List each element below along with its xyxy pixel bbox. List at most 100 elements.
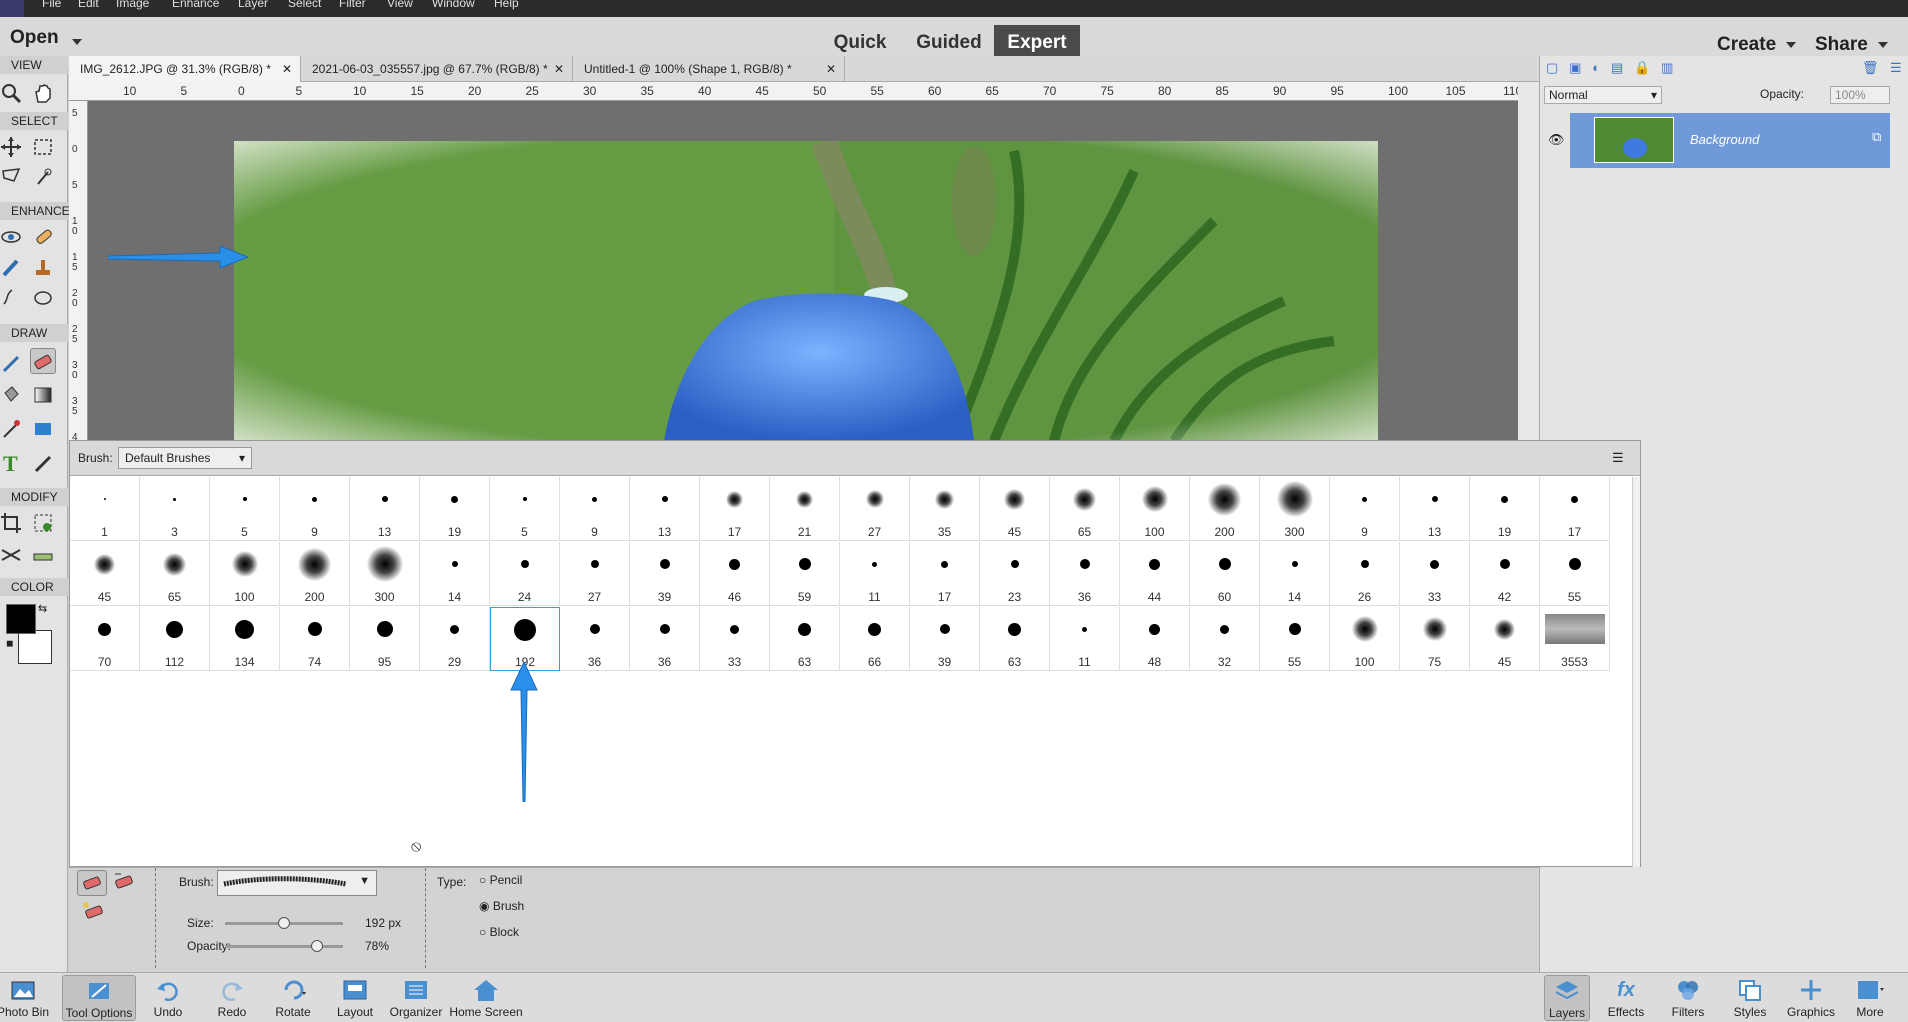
open-button[interactable]: Open [10, 27, 59, 49]
move-tool-icon[interactable] [0, 134, 24, 160]
blur-tool-icon[interactable] [0, 284, 24, 310]
brush-preset-select[interactable]: ▼ [217, 870, 377, 896]
share-menu[interactable]: Share [1815, 34, 1888, 56]
close-icon[interactable]: ✕ [554, 56, 564, 82]
red-eye-tool-icon[interactable] [0, 224, 24, 250]
menu-edit[interactable]: Edit [78, 0, 99, 10]
brush-preset[interactable]: 33 [1400, 542, 1470, 606]
paint-bucket-tool-icon[interactable] [0, 382, 24, 408]
lock-icon[interactable]: 🔒 [1634, 60, 1650, 75]
brush-preset[interactable]: 134 [210, 607, 280, 671]
brush-preset[interactable]: 24 [490, 542, 560, 606]
menu-help[interactable]: Help [494, 0, 519, 10]
brush-preset[interactable]: 65 [1050, 477, 1120, 541]
graphics-button[interactable]: Graphics [1776, 975, 1846, 1019]
brush-preset[interactable]: 27 [560, 542, 630, 606]
marquee-tool-icon[interactable] [30, 134, 56, 160]
tool-options-button[interactable]: Tool Options [62, 975, 136, 1021]
brush-preset[interactable]: 33 [700, 607, 770, 671]
brush-preset[interactable]: 200 [1190, 477, 1260, 541]
adjustment-layer-icon[interactable]: ◐ [1592, 60, 1600, 75]
new-layer-icon[interactable]: ▢ [1546, 60, 1558, 75]
canvas-vertical-scrollbar[interactable] [1518, 82, 1539, 440]
background-eraser-icon[interactable] [113, 872, 135, 895]
brush-preset[interactable]: 70 [70, 607, 140, 671]
crop-tool-icon[interactable] [0, 510, 24, 536]
brush-preset[interactable]: 95 [350, 607, 420, 671]
background-color-swatch[interactable] [18, 630, 52, 664]
brush-preset[interactable]: 36 [630, 607, 700, 671]
size-slider-knob[interactable] [278, 917, 290, 929]
content-aware-move-tool-icon[interactable] [0, 542, 24, 568]
straighten-tool-icon[interactable] [30, 542, 56, 568]
brush-preset[interactable]: 63 [770, 607, 840, 671]
lock-all-icon[interactable]: ▥ [1661, 60, 1673, 75]
filters-button[interactable]: Filters [1654, 975, 1722, 1019]
open-dropdown-icon[interactable] [72, 39, 82, 45]
layer-opacity-field[interactable]: 100% [1830, 86, 1890, 104]
photo-bin-button[interactable]: Photo Bin [0, 975, 58, 1019]
default-colors-icon[interactable]: ◼ [6, 638, 13, 649]
brush-preset[interactable]: 19 [1470, 477, 1540, 541]
organizer-button[interactable]: Organizer [380, 975, 452, 1019]
lasso-tool-icon[interactable] [0, 164, 24, 190]
brush-preset[interactable]: 21 [770, 477, 840, 541]
create-menu[interactable]: Create [1717, 34, 1797, 56]
brush-preset[interactable]: 63 [980, 607, 1050, 671]
tab-2021-06-03[interactable]: 2021-06-03_035557.jpg @ 67.7% (RGB/8) * ✕ [301, 56, 573, 82]
brush-preset[interactable]: 112 [140, 607, 210, 671]
eyedropper-tool-icon[interactable] [0, 416, 24, 442]
layer-background-row[interactable]: Background ⧉ [1570, 113, 1890, 168]
menu-image[interactable]: Image [116, 0, 149, 10]
layer-mask-icon[interactable]: ▤ [1611, 60, 1623, 75]
opacity-slider-knob[interactable] [311, 940, 324, 952]
brush-preset[interactable]: 100 [1120, 477, 1190, 541]
canvas-area[interactable] [88, 101, 1518, 441]
brush-preset[interactable]: 300 [1260, 477, 1330, 541]
brush-preset[interactable]: 65 [140, 542, 210, 606]
menu-filter[interactable]: Filter [339, 0, 366, 10]
brush-preset[interactable]: 55 [1260, 607, 1330, 671]
menu-layer[interactable]: Layer [238, 0, 268, 10]
brush-preset[interactable]: 11 [1050, 607, 1120, 671]
type-tool-icon[interactable]: T [0, 450, 24, 476]
styles-button[interactable]: Styles [1716, 975, 1784, 1019]
close-icon[interactable]: ✕ [282, 56, 292, 82]
more-button[interactable]: More [1838, 975, 1902, 1019]
opacity-slider[interactable] [225, 940, 343, 952]
brush-preset[interactable]: 36 [560, 607, 630, 671]
menu-window[interactable]: Window [432, 0, 475, 10]
brush-preset[interactable]: 300 [350, 542, 420, 606]
brush-preset[interactable]: 200 [280, 542, 350, 606]
brush-preset[interactable]: 46 [700, 542, 770, 606]
panel-menu-icon[interactable]: ☰ [1612, 450, 1624, 466]
brush-preset[interactable]: 44 [1120, 542, 1190, 606]
swap-colors-icon[interactable]: ⇆ [38, 602, 47, 615]
close-icon[interactable]: ✕ [826, 56, 836, 82]
brush-preset[interactable]: 100 [210, 542, 280, 606]
visibility-eye-icon[interactable]: 👁 [1548, 132, 1565, 148]
brush-preset[interactable]: 66 [840, 607, 910, 671]
smart-brush-tool-icon[interactable] [0, 254, 24, 280]
brush-preset[interactable]: 36 [1050, 542, 1120, 606]
menu-enhance[interactable]: Enhance [172, 0, 219, 10]
undo-button[interactable]: Undo [134, 975, 202, 1019]
zoom-tool-icon[interactable] [0, 80, 24, 106]
tab-img-2612[interactable]: IMG_2612.JPG @ 31.3% (RGB/8) * ✕ [69, 56, 301, 82]
rotate-button[interactable]: Rotate [258, 975, 328, 1019]
menu-view[interactable]: View [387, 0, 413, 10]
brush-preset[interactable]: 9 [560, 477, 630, 541]
spot-healing-tool-icon[interactable] [30, 224, 56, 250]
brush-preset[interactable]: 27 [840, 477, 910, 541]
type-pencil-radio[interactable]: ○ Pencil [479, 873, 522, 887]
brush-preset[interactable]: 23 [980, 542, 1050, 606]
gradient-tool-icon[interactable] [30, 382, 56, 408]
brush-preset[interactable]: 1 [70, 477, 140, 541]
new-group-icon[interactable]: ▣ [1569, 60, 1581, 75]
brush-preset[interactable]: 100 [1330, 607, 1400, 671]
brush-preset[interactable]: 3553 [1540, 607, 1610, 671]
brush-preset[interactable]: 5 [490, 477, 560, 541]
recompose-tool-icon[interactable] [30, 510, 56, 536]
brush-preset[interactable]: 14 [420, 542, 490, 606]
brush-preset[interactable]: 11 [840, 542, 910, 606]
